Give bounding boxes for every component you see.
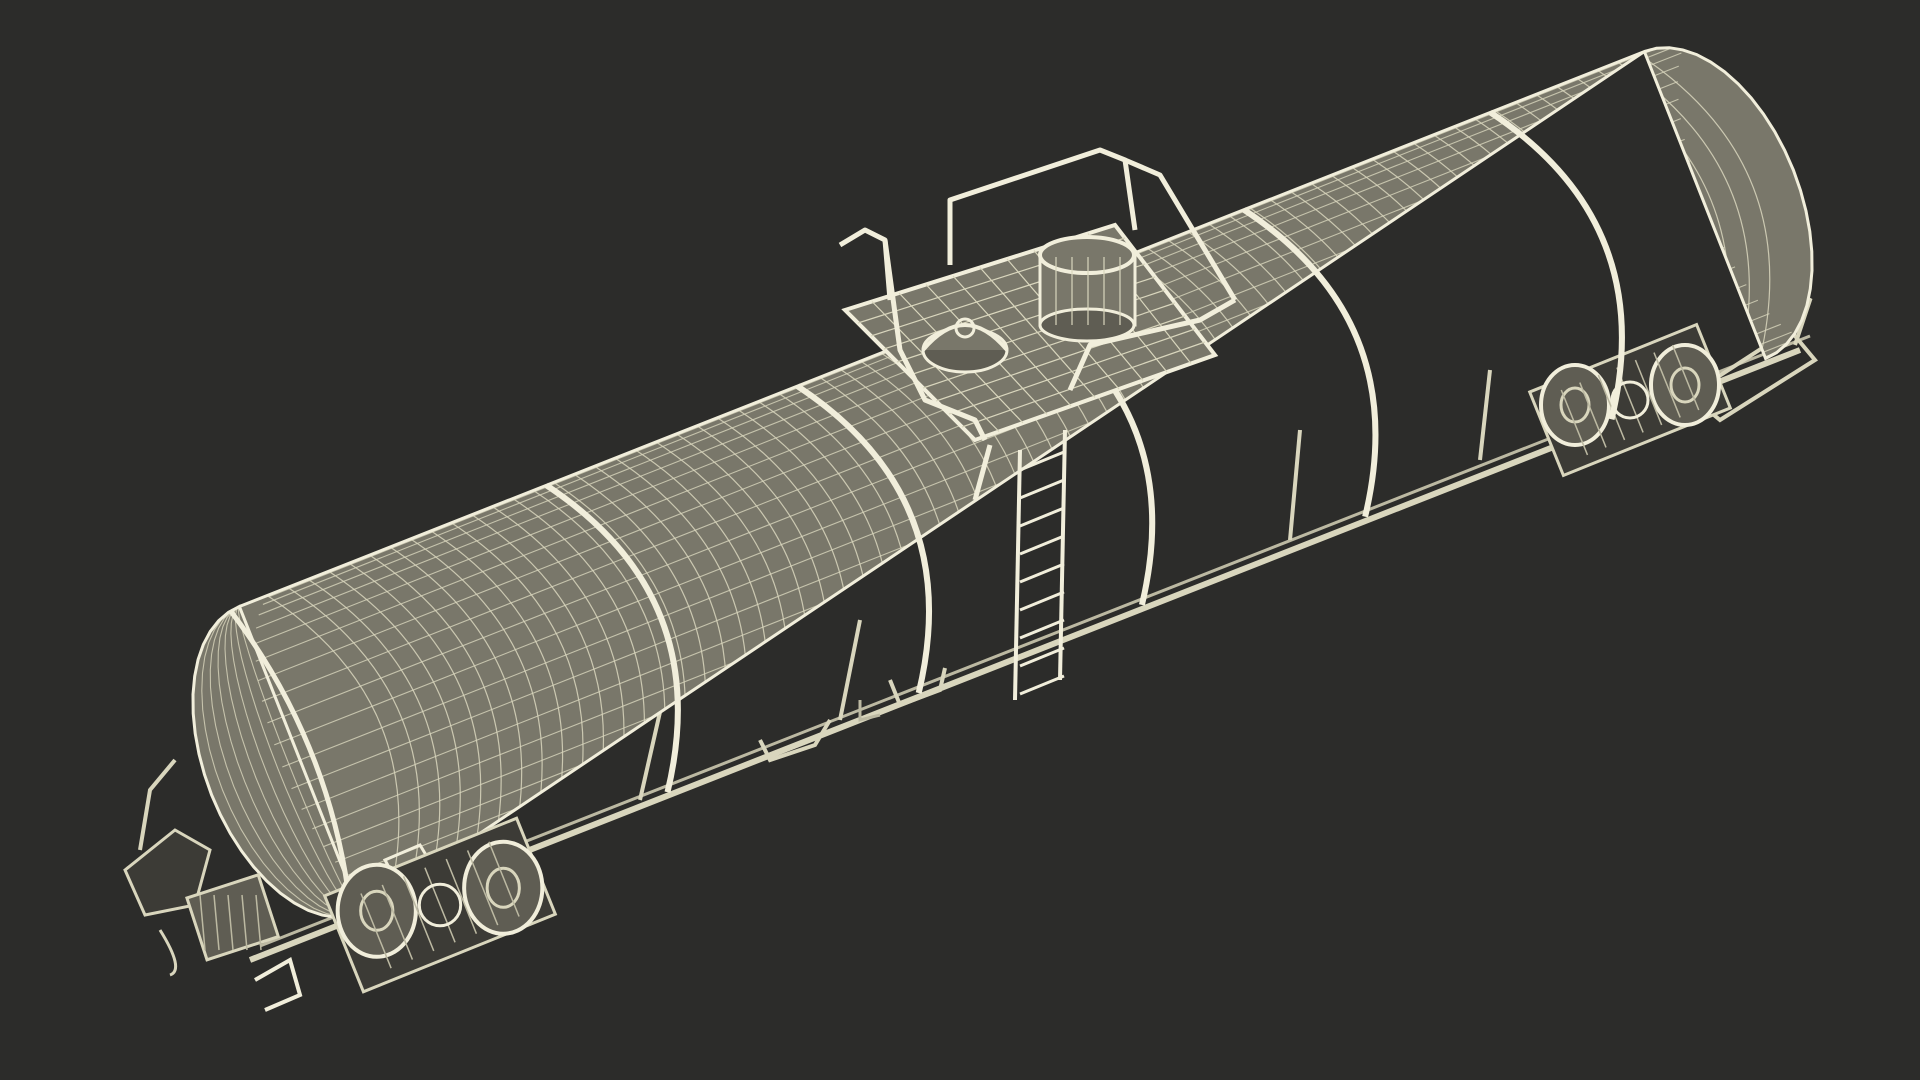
wheel <box>1649 343 1721 427</box>
wheel <box>462 839 545 936</box>
render-viewport <box>0 0 1920 1080</box>
background <box>0 0 1920 1080</box>
